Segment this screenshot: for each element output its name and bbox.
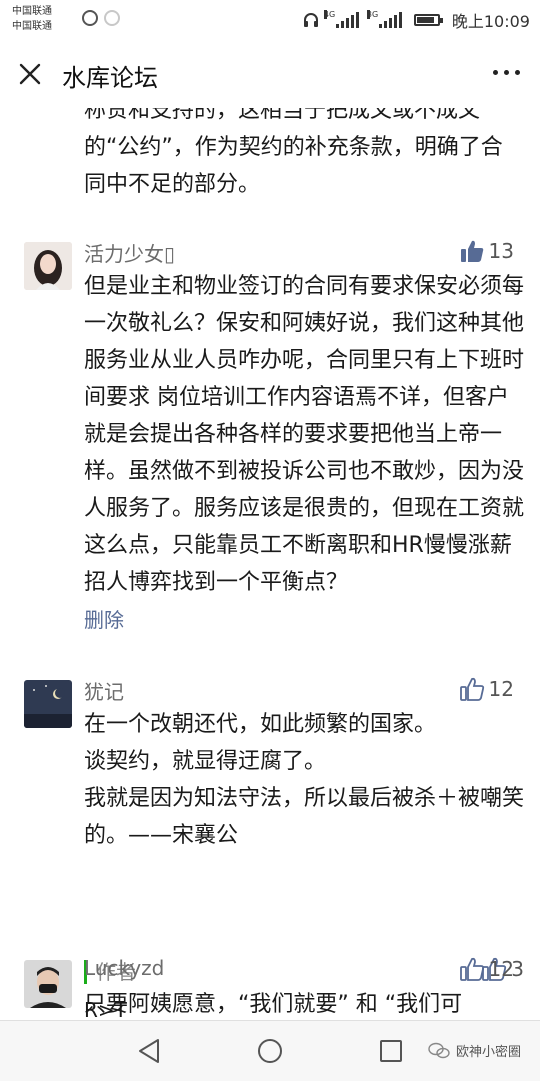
nav-bar: 水库论坛: [0, 40, 540, 109]
like-button[interactable]: 12: [459, 676, 514, 702]
recent-apps-icon[interactable]: [380, 1040, 402, 1062]
headphones-icon: [303, 13, 318, 27]
avatar[interactable]: [24, 680, 72, 728]
carrier-1: 中国联通: [12, 6, 52, 17]
back-icon[interactable]: [136, 1037, 162, 1065]
home-icon[interactable]: [258, 1039, 282, 1063]
app-notification-icon: [104, 10, 120, 26]
close-icon[interactable]: [16, 60, 44, 88]
thumbs-up-filled-icon: [460, 240, 483, 262]
carrier-2: 中国联通: [12, 21, 52, 32]
comments-list[interactable]: 称赞和支持的，这相当于把成文或不成文的“公约”，作为契约的补充条款，明确了合同中…: [0, 108, 540, 1020]
previous-comment-text: 称赞和支持的，这相当于把成文或不成文的“公约”，作为契约的补充条款，明确了合同中…: [84, 108, 503, 197]
watermark-text: 欧神小密圈: [456, 1045, 522, 1060]
thumbs-up-icon: [459, 677, 484, 701]
battery-icon: [413, 14, 443, 26]
network-type-2: 3G: [366, 10, 379, 19]
signal-2-icon: 3G: [366, 10, 402, 28]
network-type-1: 4G: [323, 10, 336, 19]
like-count: 12: [488, 957, 514, 981]
wechat-icon: [428, 1042, 450, 1058]
comment-text: 在一个改朝还代，如此频繁的国家。 谈契约，就显得迂腐了。 我就是因为知法守法，所…: [84, 712, 525, 848]
signal-1-icon: 4G: [323, 10, 359, 28]
avatar[interactable]: [24, 242, 72, 290]
status-bar: 中国联通 中国联通 4G 3G 晚上10:09: [0, 0, 540, 40]
weibo-notification-icon: [82, 10, 98, 26]
commenter-name[interactable]: Luckyzd: [84, 956, 164, 980]
status-right: 4G 3G 晚上10:09: [302, 8, 530, 32]
like-count: 13: [488, 239, 514, 263]
carrier-info: 中国联通 中国联通: [12, 4, 52, 34]
page-title: 水库论坛: [62, 64, 158, 92]
system-nav-bar: 欧神小密圈: [0, 1020, 540, 1081]
more-options-icon[interactable]: [493, 70, 520, 75]
watermark: 欧神小密圈: [428, 1041, 521, 1060]
like-button[interactable]: 13: [459, 238, 514, 264]
comment-text: 但是业主和物业签订的合同有要求保安必须每一次敬礼么？保安和阿姨好说，我们这种其他…: [84, 274, 525, 595]
notification-icons: [82, 10, 120, 26]
status-time: 晚上10:09: [451, 12, 530, 31]
delete-link[interactable]: 删除: [84, 604, 124, 633]
like-count: 12: [488, 677, 514, 701]
commenter-name[interactable]: 活力少女▯: [84, 238, 175, 267]
like-button[interactable]: 12: [459, 956, 514, 982]
thumbs-up-icon: [459, 957, 484, 981]
comment-text: 只要阿姨愿意，“我们就要” 和 “我们可: [84, 992, 463, 1017]
commenter-name[interactable]: 犹记: [84, 676, 124, 705]
avatar[interactable]: [24, 960, 72, 1008]
